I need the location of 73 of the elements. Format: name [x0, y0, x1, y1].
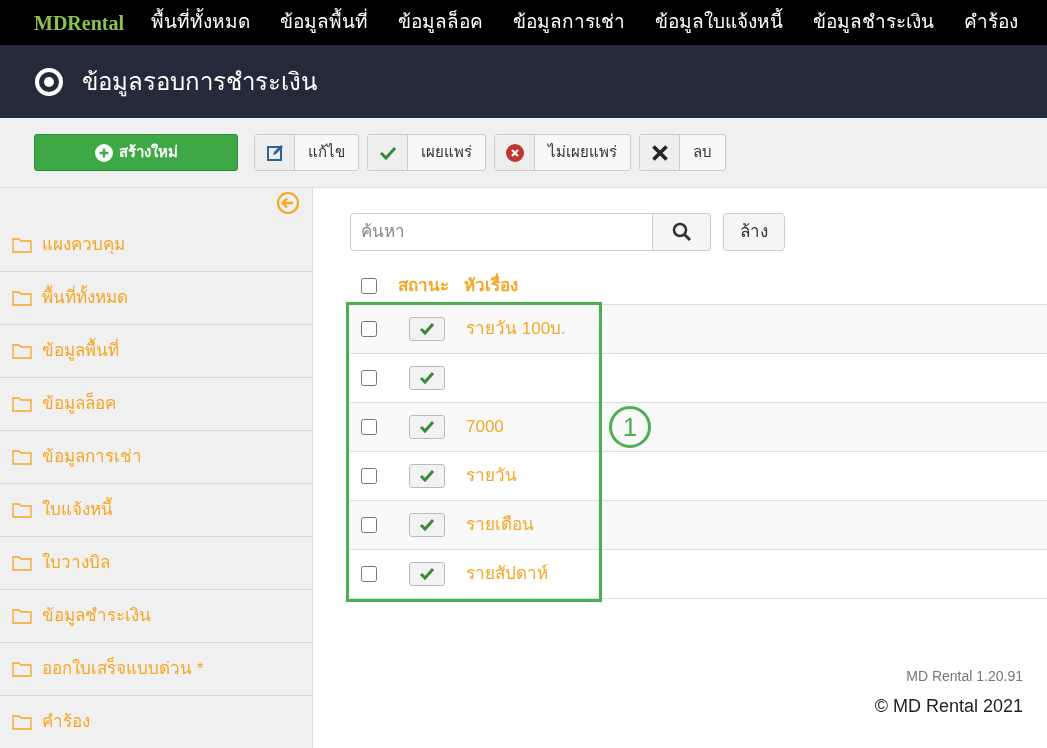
- target-icon: [34, 66, 64, 97]
- check-icon: [419, 322, 435, 336]
- row-checkbox[interactable]: [361, 517, 377, 533]
- folder-icon: [12, 555, 32, 571]
- edit-button[interactable]: แก้ไข: [254, 134, 359, 171]
- title-link[interactable]: รายวัน 100บ.: [464, 316, 566, 342]
- title-link[interactable]: รายวัน: [464, 463, 517, 489]
- delete-button[interactable]: ลบ: [639, 134, 726, 171]
- check-icon: [419, 420, 435, 434]
- search-field[interactable]: ค้นหา: [350, 213, 653, 251]
- folder-icon: [12, 343, 32, 359]
- plus-circle-icon: [94, 143, 113, 162]
- folder-icon: [12, 661, 32, 677]
- folder-icon: [12, 449, 32, 465]
- check-icon: [419, 371, 435, 385]
- published-toggle[interactable]: [409, 464, 445, 488]
- check-icon: [378, 144, 397, 161]
- check-icon: [419, 469, 435, 483]
- cancel-circle-icon: [505, 143, 524, 162]
- title-link[interactable]: 7000: [464, 414, 504, 440]
- row-checkbox[interactable]: [361, 566, 377, 582]
- edit-icon: [265, 143, 284, 162]
- sidebar-item[interactable]: คำร้อง: [0, 695, 312, 748]
- check-icon: [419, 567, 435, 581]
- sidebar-item[interactable]: ข้อมูลล็อค: [0, 377, 312, 430]
- folder-icon: [12, 502, 32, 518]
- folder-icon: [12, 396, 32, 412]
- column-header[interactable]: หัวเรื่อง: [464, 272, 518, 299]
- folder-icon: [12, 714, 32, 730]
- nav-link[interactable]: คำร้อง: [949, 8, 1033, 37]
- unpublish-button[interactable]: ไม่เผยแพร่: [494, 134, 631, 171]
- sidebar-item[interactable]: ข้อมูลการเช่า: [0, 430, 312, 483]
- select-all-checkbox[interactable]: [361, 277, 377, 294]
- sidebar-item[interactable]: ข้อมูลชำระเงิน: [0, 589, 312, 642]
- column-header[interactable]: สถานะ: [388, 272, 464, 299]
- close-icon: [650, 143, 669, 162]
- search-icon: [671, 222, 692, 242]
- create-button[interactable]: สร้างใหม่: [34, 134, 238, 171]
- nav-link[interactable]: ข้อมูลพื้นที่: [265, 8, 383, 37]
- page-title: ข้อมูลรอบการชำระเงิน: [82, 66, 317, 99]
- title-link[interactable]: รายเดือน: [464, 512, 534, 538]
- copyright-text: © MD Rental 2021: [874, 695, 1023, 718]
- search-button[interactable]: [653, 213, 711, 251]
- published-toggle[interactable]: [409, 415, 445, 439]
- folder-icon: [12, 290, 32, 306]
- row-checkbox[interactable]: [361, 370, 377, 386]
- nav-link[interactable]: ข้อมูลล็อค: [383, 8, 498, 37]
- nav-link[interactable]: ข้อมูลการเช่า: [498, 8, 640, 37]
- published-toggle[interactable]: [409, 317, 445, 341]
- brand-logo[interactable]: MDRental: [34, 7, 124, 38]
- sidebar-item[interactable]: พื้นที่ทั้งหมด: [0, 271, 312, 324]
- sidebar-item[interactable]: ออกใบเสร็จแบบด่วน *: [0, 642, 312, 695]
- published-toggle[interactable]: [409, 562, 445, 586]
- title-link[interactable]: รายสัปดาห์: [464, 561, 548, 587]
- row-checkbox[interactable]: [361, 321, 377, 337]
- row-checkbox[interactable]: [361, 468, 377, 484]
- published-toggle[interactable]: [409, 366, 445, 390]
- published-toggle[interactable]: [409, 513, 445, 537]
- sidebar-item[interactable]: ใบแจ้งหนี้: [0, 483, 312, 536]
- sidebar-item[interactable]: แผงควบคุม: [0, 218, 312, 271]
- clear-button[interactable]: ล้าง: [723, 213, 785, 251]
- row-checkbox[interactable]: [361, 419, 377, 435]
- version-text: MD Rental 1.20.91: [906, 667, 1023, 686]
- nav-link[interactable]: ข้อมูลชำระเงิน: [798, 8, 949, 37]
- sidebar-item[interactable]: ใบวางบิล: [0, 536, 312, 589]
- check-icon: [419, 518, 435, 532]
- nav-link[interactable]: พื้นที่ทั้งหมด: [136, 8, 265, 37]
- nav-link[interactable]: ข้อมูลใบแจ้งหนี้: [640, 8, 798, 37]
- publish-button[interactable]: เผยแพร่: [367, 134, 486, 171]
- folder-icon: [12, 608, 32, 624]
- folder-icon: [12, 236, 32, 253]
- sidebar-item[interactable]: ข้อมูลพื้นที่: [0, 324, 312, 377]
- callout-number: 1: [609, 406, 651, 448]
